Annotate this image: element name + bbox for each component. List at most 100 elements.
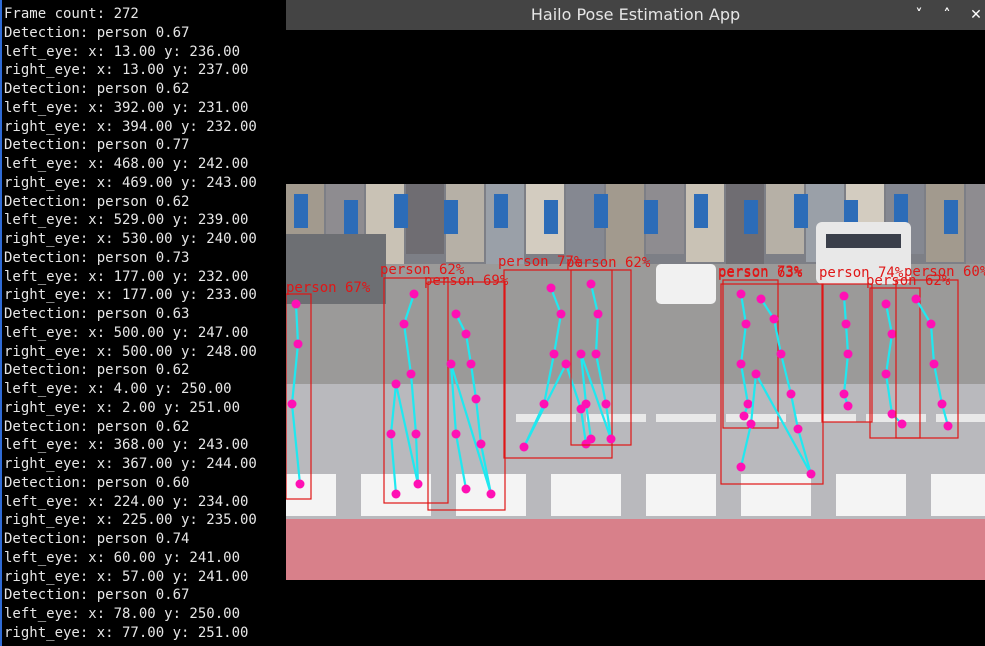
banner-flag	[644, 200, 658, 234]
terminal-line: right_eye: x: 2.00 y: 251.00	[4, 399, 241, 416]
keypoint	[601, 399, 611, 409]
keypoint	[887, 409, 897, 419]
keypoint	[741, 319, 751, 329]
terminal-line: left_eye: x: 224.00 y: 234.00	[4, 493, 249, 510]
lane-mark	[656, 414, 716, 422]
banner-flag	[344, 200, 358, 234]
keypoint	[897, 419, 907, 429]
terminal-line: Detection: person 0.62	[4, 362, 190, 379]
keypoint	[581, 399, 591, 409]
keypoint	[593, 309, 603, 319]
detection-label: person 60%	[904, 264, 985, 280]
keypoint	[561, 359, 571, 369]
lane-mark	[726, 414, 786, 422]
terminal-line: Detection: person 0.77	[4, 137, 190, 154]
window-title: Hailo Pose Estimation App	[530, 5, 741, 24]
terminal-line: right_eye: x: 13.00 y: 237.00	[4, 62, 249, 79]
keypoint	[409, 289, 419, 299]
terminal-line: Detection: person 0.62	[4, 193, 190, 210]
lane-mark	[796, 414, 856, 422]
terminal-panel: Frame count: 272 Detection: person 0.67 le…	[0, 0, 286, 646]
keypoint	[887, 329, 897, 339]
banner-flag	[544, 200, 558, 234]
app-window: Hailo Pose Estimation App ˅ ˄ ✕ person 6…	[286, 0, 985, 646]
keypoint	[839, 291, 849, 301]
video-frame: person 67%person 62%person 69%person 77%…	[286, 184, 985, 580]
terminal-line: right_eye: x: 225.00 y: 235.00	[4, 512, 257, 529]
terminal-line: right_eye: x: 77.00 y: 251.00	[4, 624, 249, 641]
keypoint	[843, 349, 853, 359]
window-titlebar[interactable]: Hailo Pose Estimation App ˅ ˄ ✕	[286, 0, 985, 30]
keypoint	[943, 421, 953, 431]
detection-label: person 63%	[718, 265, 803, 281]
keypoint	[743, 399, 753, 409]
keypoint	[471, 394, 481, 404]
bus-window	[826, 234, 901, 248]
detection-label: person 62%	[566, 255, 651, 271]
terminal-line: left_eye: x: 60.00 y: 241.00	[4, 549, 241, 566]
keypoint	[751, 369, 761, 379]
keypoint	[519, 442, 529, 452]
keypoint	[769, 314, 779, 324]
terminal-line: right_eye: x: 367.00 y: 244.00	[4, 456, 257, 472]
minimize-button[interactable]: ˅	[905, 0, 933, 30]
keypoint	[736, 462, 746, 472]
maximize-button[interactable]: ˄	[933, 0, 961, 30]
keypoint	[399, 319, 409, 329]
keypoint	[386, 429, 396, 439]
keypoint	[486, 489, 496, 499]
lane-mark	[936, 414, 985, 422]
terminal-line: left_eye: x: 368.00 y: 243.00	[4, 437, 249, 454]
keypoint	[756, 294, 766, 304]
keypoint	[295, 479, 305, 489]
banner-flag	[294, 194, 308, 228]
keypoint	[839, 389, 849, 399]
keypoint	[786, 389, 796, 399]
banner-flag	[744, 200, 758, 234]
keypoint	[546, 283, 556, 293]
terminal-line: left_eye: x: 500.00 y: 247.00	[4, 324, 249, 341]
crosswalk-stripe	[931, 474, 985, 516]
lane-mark	[516, 414, 576, 422]
keypoint	[391, 379, 401, 389]
keypoint	[461, 484, 471, 494]
crosswalk-stripe	[836, 474, 906, 516]
terminal-line: Detection: person 0.74	[4, 531, 190, 547]
keypoint	[881, 299, 891, 309]
keypoint	[451, 429, 461, 439]
keypoint	[591, 349, 601, 359]
terminal-line: Detection: person 0.62	[4, 418, 190, 435]
keypoint	[451, 309, 461, 319]
terminal-output: Frame count: 272 Detection: person 0.67 le…	[4, 5, 286, 643]
keypoint	[446, 359, 456, 369]
terminal-line: left_eye: x: 392.00 y: 231.00	[4, 99, 249, 116]
banner-flag	[794, 194, 808, 228]
keypoint	[806, 469, 816, 479]
banner-flag	[944, 200, 958, 234]
terminal-line: right_eye: x: 394.00 y: 232.00	[4, 118, 257, 135]
terminal-line: Detection: person 0.73	[4, 249, 190, 266]
terminal-line: right_eye: x: 500.00 y: 248.00	[4, 343, 257, 360]
lane-mark	[586, 414, 646, 422]
terminal-line: left_eye: x: 529.00 y: 239.00	[4, 212, 249, 229]
keypoint	[776, 349, 786, 359]
keypoint	[476, 439, 486, 449]
keypoint	[466, 359, 476, 369]
banner-flag	[394, 194, 408, 228]
terminal-line: left_eye: x: 78.00 y: 250.00	[4, 606, 241, 622]
keypoint	[881, 369, 891, 379]
terminal-line: right_eye: x: 469.00 y: 243.00	[4, 174, 257, 191]
terminal-line: Detection: person 0.62	[4, 81, 190, 97]
detection-label: person 69%	[424, 273, 509, 289]
banner-flag	[494, 194, 508, 228]
keypoint	[539, 399, 549, 409]
keypoint	[391, 489, 401, 499]
keypoint	[606, 434, 616, 444]
keypoint	[929, 359, 939, 369]
van	[656, 264, 716, 304]
crosswalk-stripe	[646, 474, 716, 516]
banner-flag	[444, 200, 458, 234]
terminal-line: left_eye: x: 4.00 y: 250.00	[4, 381, 232, 397]
keypoint	[736, 289, 746, 299]
close-button[interactable]: ✕	[962, 0, 985, 30]
